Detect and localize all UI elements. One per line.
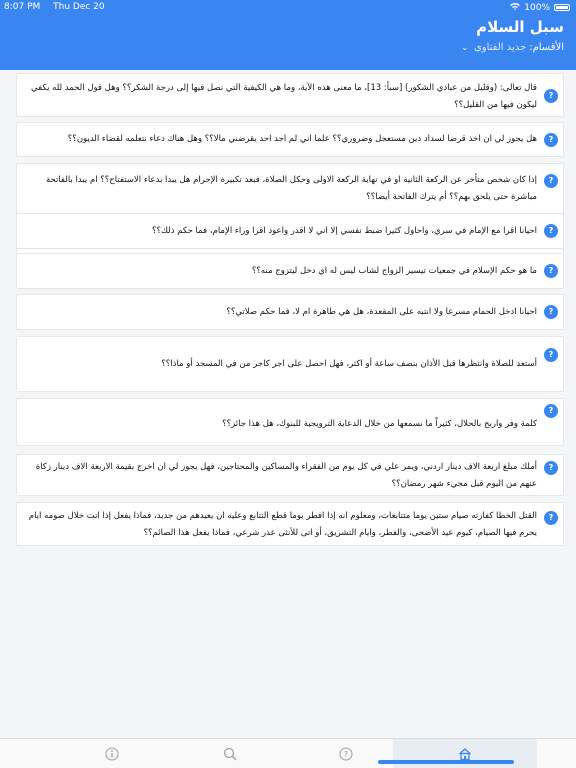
question-mark-icon: ? bbox=[544, 89, 558, 103]
question-mark-icon: ? bbox=[544, 511, 558, 525]
status-bar: 8:07 PM Thu Dec 20 100% bbox=[0, 0, 576, 14]
chevron-down-icon: ⌄ bbox=[461, 43, 468, 52]
wifi-icon bbox=[510, 2, 521, 13]
question-text: أملك مبلغ اربعة الاف دينار اردني، ويمر ع… bbox=[35, 462, 537, 489]
question-item[interactable]: ? أملك مبلغ اربعة الاف دينار اردني، ويمر… bbox=[16, 454, 564, 496]
question-item[interactable]: ? احيانا اقرا مع الإمام في سري، واحاول ك… bbox=[16, 213, 564, 249]
home-icon bbox=[459, 748, 471, 761]
question-mark-icon: ? bbox=[544, 305, 558, 319]
question-item[interactable]: ? ما هو حكم الإسلام في جمعيات تيسير الزو… bbox=[16, 253, 564, 289]
app-header: 8:07 PM Thu Dec 20 100% سبل السلام الأقس… bbox=[0, 0, 576, 70]
section-label: الأقسام: bbox=[529, 42, 564, 53]
question-item[interactable]: ? احيانا ادخل الحمام مسرعا ولا انتبه على… bbox=[16, 294, 564, 330]
question-text: كلمة وفر واربح بالحلال، كثيراً ما نسمعها… bbox=[222, 419, 537, 429]
svg-text:?: ? bbox=[344, 750, 348, 759]
question-mark-icon: ? bbox=[544, 174, 558, 188]
section-value: جديد الفتاوى bbox=[473, 42, 527, 53]
question-mark-icon: ? bbox=[544, 461, 558, 475]
question-item[interactable]: ? كلمة وفر واربح بالحلال، كثيراً ما نسمع… bbox=[16, 398, 564, 446]
question-text: أستعد للصلاة وانتظرها قبل الأذان بنصف سا… bbox=[161, 359, 537, 369]
question-mark-icon: ? bbox=[544, 404, 558, 418]
question-text: احيانا اقرا مع الإمام في سري، واحاول كثي… bbox=[151, 226, 537, 236]
question-mark-icon: ? bbox=[544, 224, 558, 238]
question-text: القتل الخطا كفارته صيام ستين يوما متتابع… bbox=[28, 511, 537, 538]
info-icon bbox=[105, 747, 119, 761]
section-selector[interactable]: الأقسام: جديد الفتاوى ⌄ bbox=[461, 42, 564, 53]
status-date: Thu Dec 20 bbox=[53, 2, 105, 12]
active-tab-indicator bbox=[378, 760, 514, 764]
question-item[interactable]: ? القتل الخطا كفارته صيام ستين يوما متتا… bbox=[16, 502, 564, 546]
question-mark-icon: ? bbox=[544, 133, 558, 147]
question-text: هل يجوز لي ان اخذ قرضا لسداد دين مستعجل … bbox=[67, 134, 537, 144]
question-mark-icon: ? bbox=[544, 264, 558, 278]
question-text: ما هو حكم الإسلام في جمعيات تيسير الزواج… bbox=[251, 266, 537, 276]
question-item[interactable]: ? هل يجوز لي ان اخذ قرضا لسداد دين مستعج… bbox=[16, 122, 564, 157]
help-icon: ? bbox=[339, 747, 353, 761]
question-text: احيانا ادخل الحمام مسرعا ولا انتبه على ا… bbox=[226, 307, 537, 317]
question-text: إذا كان شخص متأخر عن الركعة الثانية او ف… bbox=[45, 175, 537, 202]
status-time: 8:07 PM bbox=[4, 2, 41, 12]
battery-icon bbox=[554, 4, 570, 11]
page-title: سبل السلام bbox=[476, 18, 564, 36]
question-text: قال تعالى: (وقليل من عبادي الشكور) [سبأ:… bbox=[31, 83, 537, 110]
question-mark-icon: ? bbox=[544, 348, 558, 362]
question-item[interactable]: ? قال تعالى: (وقليل من عبادي الشكور) [سب… bbox=[16, 73, 564, 117]
battery-percent: 100% bbox=[524, 2, 550, 13]
question-item[interactable]: ? أستعد للصلاة وانتظرها قبل الأذان بنصف … bbox=[16, 336, 564, 392]
search-icon bbox=[223, 747, 237, 761]
